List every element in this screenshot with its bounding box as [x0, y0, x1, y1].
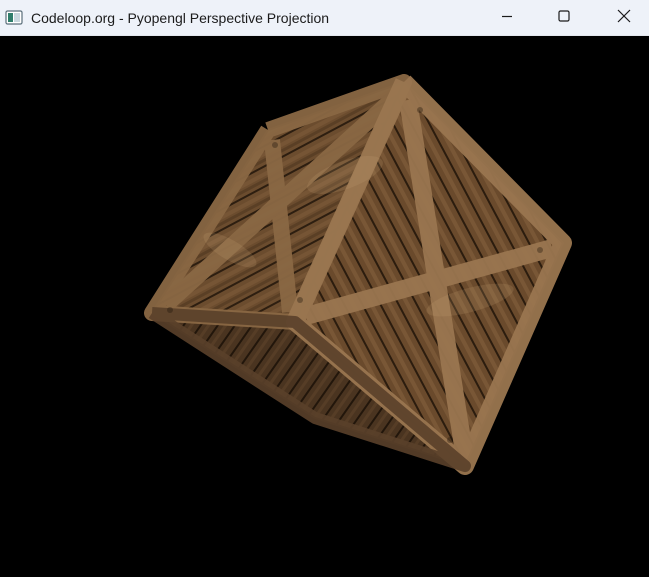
- opengl-viewport[interactable]: [0, 36, 649, 577]
- maximize-icon: [558, 9, 570, 27]
- minimize-icon: [501, 9, 513, 27]
- app-window-icon: [5, 10, 23, 26]
- minimize-button[interactable]: [484, 0, 530, 36]
- maximize-button[interactable]: [541, 0, 587, 36]
- wooden-crate: [144, 74, 572, 475]
- app-window: Codeloop.org - Pyopengl Perspective Proj…: [0, 0, 649, 577]
- window-title: Codeloop.org - Pyopengl Perspective Proj…: [31, 10, 330, 26]
- close-button[interactable]: [601, 0, 647, 36]
- title-bar[interactable]: Codeloop.org - Pyopengl Perspective Proj…: [0, 0, 649, 36]
- close-icon: [617, 9, 631, 28]
